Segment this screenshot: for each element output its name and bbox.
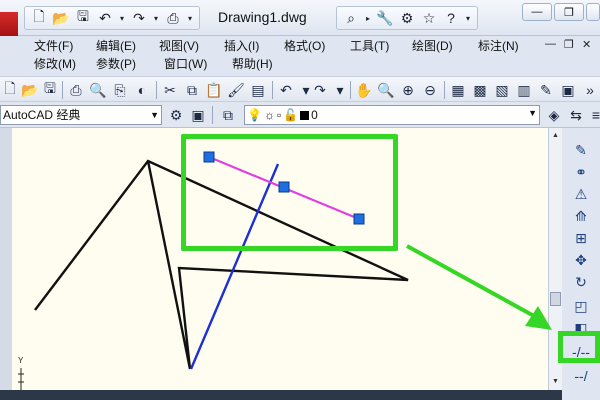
annotation-arrow xyxy=(406,244,552,330)
annotation-arrow-shaft xyxy=(406,244,535,318)
command-line-strip xyxy=(0,390,562,400)
annotation-arrow-head xyxy=(525,306,552,330)
